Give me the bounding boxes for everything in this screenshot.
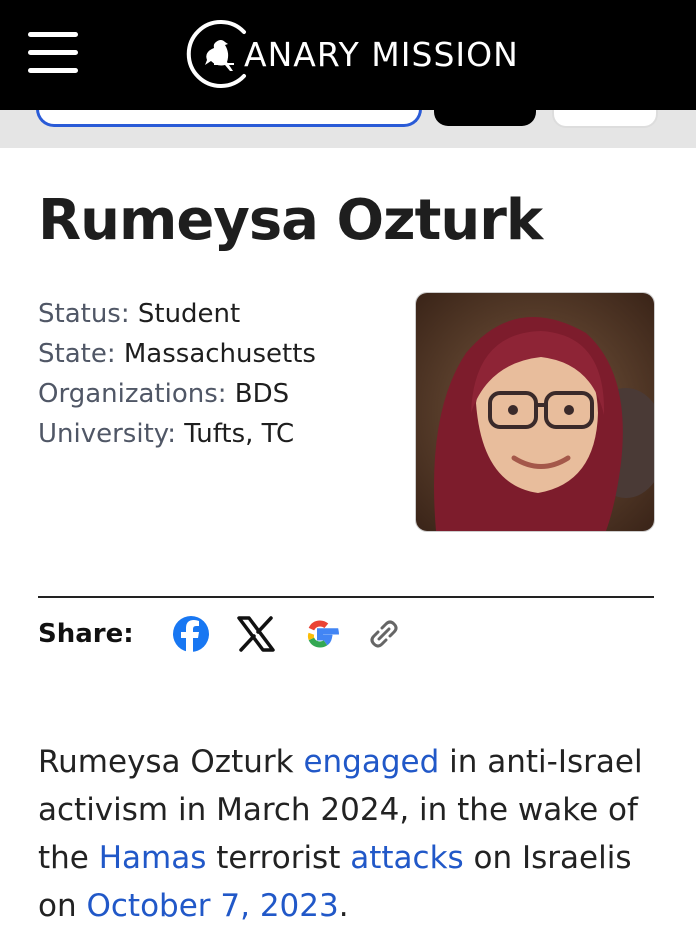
profile-facts: Status: Student State: Massachusetts Org… (38, 294, 316, 454)
bio-text: Rumeysa Ozturk (38, 744, 304, 780)
bio-link-hamas[interactable]: Hamas (99, 840, 207, 876)
link-icon[interactable] (364, 614, 404, 654)
bio-link-attacks[interactable]: attacks (350, 840, 463, 876)
fact-value: BDS (234, 379, 290, 409)
fact-label: Status: (38, 299, 130, 329)
x-icon[interactable] (236, 614, 276, 654)
fact-value: Massachusetts (123, 339, 316, 369)
fact-status: Status: Student (38, 294, 316, 334)
bio-link-engaged[interactable]: engaged (303, 744, 439, 780)
site-header: ANARY MISSION (0, 0, 696, 110)
bio-text: . (338, 888, 349, 924)
hamburger-menu-icon[interactable] (28, 32, 78, 74)
profile-name: Rumeysa Ozturk (38, 188, 543, 253)
profile-photo (415, 292, 655, 532)
fact-value: Tufts, TC (184, 419, 295, 449)
fact-label: University: (38, 419, 177, 449)
fact-label: Organizations: (38, 379, 227, 409)
bio-paragraph: Rumeysa Ozturk engaged in anti-Israel ac… (38, 738, 668, 930)
bio-text: terrorist (206, 840, 351, 876)
fact-state: State: Massachusetts (38, 334, 316, 374)
fact-university: University: Tufts, TC (38, 414, 316, 454)
share-label: Share: (38, 619, 134, 649)
fact-value: Student (137, 299, 241, 329)
logo-text: ANARY MISSION (244, 34, 519, 74)
fact-label: State: (38, 339, 116, 369)
fact-organizations: Organizations: BDS (38, 374, 316, 414)
divider (38, 596, 654, 598)
google-icon[interactable] (300, 614, 340, 654)
site-logo[interactable]: ANARY MISSION (186, 18, 519, 90)
facebook-icon[interactable] (171, 614, 211, 654)
bio-link-october-7[interactable]: October 7, 2023 (86, 888, 338, 924)
